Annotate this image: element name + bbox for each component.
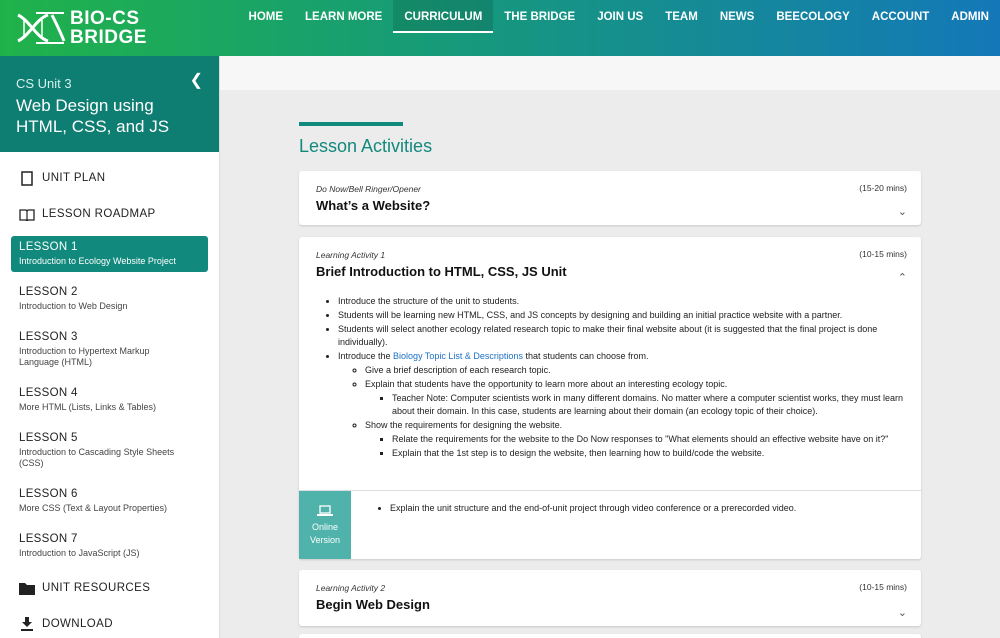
lesson-desc: Introduction to Cascading Style Sheets (… <box>19 447 175 468</box>
sidebar-item-lesson-6[interactable]: LESSON 6 More CSS (Text & Layout Propert… <box>11 483 208 519</box>
lesson-desc: Introduction to JavaScript (JS) <box>19 548 140 558</box>
activity-kind: Learning Activity 2 <box>316 583 386 593</box>
lesson-name: LESSON 1 <box>19 241 78 253</box>
list-item: Introduce the Biology Topic List & Descr… <box>338 350 911 460</box>
list-item: Explain that students have the opportuni… <box>365 378 911 419</box>
lesson-name: LESSON 2 <box>19 286 78 298</box>
sidebar: CS Unit 3 Web Design using HTML, CSS, an… <box>0 56 220 638</box>
activity-title: Begin Web Design <box>316 597 430 612</box>
sidebar-item-download[interactable]: DOWNLOAD <box>0 606 219 638</box>
section-title: Lesson Activities <box>299 136 433 156</box>
activity-time: (10-15 mins) <box>859 249 907 259</box>
list-item: Students will be learning new HTML, CSS,… <box>338 309 911 323</box>
activity-card-learning-2[interactable]: Learning Activity 2 (10-15 mins) Begin W… <box>299 570 921 626</box>
sidebar-item-lesson-2[interactable]: LESSON 2 Introduction to Web Design <box>11 281 208 317</box>
activity-card-do-now[interactable]: Do Now/Bell Ringer/Opener (15-20 mins) W… <box>299 171 921 225</box>
sidebar-item-lesson-roadmap[interactable]: LESSON ROADMAP <box>0 196 219 232</box>
lesson-desc: More HTML (Lists, Links & Tables) <box>19 402 157 412</box>
list-item-text: Explain that students have the opportuni… <box>365 378 728 389</box>
sidebar-item-lesson-1[interactable]: LESSON 1 Introduction to Ecology Website… <box>11 236 208 272</box>
version-label: Version <box>309 535 341 545</box>
laptop-icon <box>317 505 333 516</box>
list-item: Give a brief description of each researc… <box>365 364 911 378</box>
sidebar-header: CS Unit 3 Web Design using HTML, CSS, an… <box>0 56 219 152</box>
sidebar-item-lesson-5[interactable]: LESSON 5 Introduction to Cascading Style… <box>11 427 208 474</box>
lesson-name: LESSON 7 <box>19 533 78 545</box>
sidebar-item-unit-plan[interactable]: UNIT PLAN <box>0 160 219 196</box>
section-header: Lesson Activities <box>299 122 432 157</box>
document-icon <box>19 170 35 186</box>
brand-line-1: BIO-CS <box>70 8 140 29</box>
brand-line-2: BRIDGE <box>70 27 147 48</box>
section-accent-bar <box>299 122 403 126</box>
list-item: Show the requirements for designing the … <box>365 419 911 460</box>
list-item: Explain that the 1st step is to design t… <box>392 447 911 461</box>
nav-admin[interactable]: ADMIN <box>940 0 1000 33</box>
site-logo[interactable]: BIO-CS BRIDGE <box>14 7 154 49</box>
top-strip <box>220 56 1000 90</box>
sidebar-item-label: DOWNLOAD <box>42 618 113 630</box>
lesson-desc: Introduction to Web Design <box>19 301 128 311</box>
chevron-up-icon[interactable]: ⌃ <box>898 271 907 284</box>
sidebar-item-label: UNIT RESOURCES <box>42 582 151 594</box>
dna-logo-icon <box>17 12 66 44</box>
chevron-down-icon[interactable]: ⌄ <box>898 205 907 218</box>
list-item: Explain the unit structure and the end-o… <box>390 503 796 513</box>
lesson-name: LESSON 4 <box>19 387 78 399</box>
sidebar-item-label: LESSON ROADMAP <box>42 208 156 220</box>
activity-card-learning-1: Learning Activity 1 (10-15 mins) Brief I… <box>299 237 921 559</box>
online-version-badge: Online Version <box>299 491 351 559</box>
activity-time: (15-20 mins) <box>859 183 907 193</box>
online-version-section: Online Version Explain the unit structur… <box>299 490 921 559</box>
top-navbar: BIO-CS BRIDGE HOME LEARN MORE CURRICULUM… <box>0 0 1000 56</box>
list-item-text: Show the requirements for designing the … <box>365 420 563 431</box>
folder-icon <box>19 580 35 596</box>
list-item: Relate the requirements for the website … <box>392 433 911 447</box>
nav-curriculum[interactable]: CURRICULUM <box>393 0 494 33</box>
activity-kind: Learning Activity 1 <box>316 250 386 260</box>
biology-topic-list-link[interactable]: Biology Topic List & Descriptions <box>393 351 523 361</box>
sidebar-item-unit-resources[interactable]: UNIT RESOURCES <box>0 570 219 606</box>
text-fragment: Introduce the <box>338 351 394 362</box>
nav-join-us[interactable]: JOIN US <box>586 0 654 33</box>
activity-time: (10-15 mins) <box>859 582 907 592</box>
unit-title: Web Design using HTML, CSS, and JS <box>16 96 170 136</box>
nav-account[interactable]: ACCOUNT <box>861 0 941 33</box>
sidebar-item-lesson-7[interactable]: LESSON 7 Introduction to JavaScript (JS) <box>11 528 208 564</box>
text-fragment: that students can choose from. <box>522 351 649 362</box>
activity-card-next[interactable] <box>299 634 921 638</box>
list-item: Students will select another ecology rel… <box>338 323 911 351</box>
book-open-icon <box>19 206 35 222</box>
online-version-text: Explain the unit structure and the end-o… <box>376 503 796 513</box>
lesson-desc: Introduction to Hypertext Markup Languag… <box>19 346 150 367</box>
sidebar-item-label: UNIT PLAN <box>42 172 106 184</box>
activity-body: Introduce the structure of the unit to s… <box>316 295 911 461</box>
chevron-down-icon[interactable]: ⌄ <box>898 606 907 619</box>
lesson-name: LESSON 3 <box>19 331 78 343</box>
sidebar-item-lesson-4[interactable]: LESSON 4 More HTML (Lists, Links & Table… <box>11 382 208 418</box>
activity-title: What’s a Website? <box>316 198 431 213</box>
nav-team[interactable]: TEAM <box>654 0 709 33</box>
activity-kind: Do Now/Bell Ringer/Opener <box>316 184 421 194</box>
main-nav: HOME LEARN MORE CURRICULUM THE BRIDGE JO… <box>238 0 1000 33</box>
activity-title[interactable]: Brief Introduction to HTML, CSS, JS Unit <box>316 264 567 279</box>
nav-the-bridge[interactable]: THE BRIDGE <box>493 0 586 33</box>
sidebar-item-lesson-3[interactable]: LESSON 3 Introduction to Hypertext Marku… <box>11 326 208 373</box>
lesson-desc: Introduction to Ecology Website Project <box>19 256 176 266</box>
nav-news[interactable]: NEWS <box>709 0 766 33</box>
lesson-name: LESSON 6 <box>19 488 78 500</box>
nav-beecology[interactable]: BEECOLOGY <box>765 0 860 33</box>
list-item: Introduce the structure of the unit to s… <box>338 295 911 309</box>
chevron-left-icon[interactable]: ❮ <box>190 70 203 90</box>
unit-label: CS Unit 3 <box>16 76 72 91</box>
nav-learn-more[interactable]: LEARN MORE <box>294 0 393 33</box>
online-label: Online <box>311 522 338 532</box>
lesson-desc: More CSS (Text & Layout Properties) <box>19 503 168 513</box>
list-item: Teacher Note: Computer scientists work i… <box>392 392 911 420</box>
download-icon <box>19 616 35 632</box>
main-content: Lesson Activities Do Now/Bell Ringer/Ope… <box>220 56 1000 638</box>
nav-home[interactable]: HOME <box>238 0 295 33</box>
lesson-name: LESSON 5 <box>19 432 78 444</box>
